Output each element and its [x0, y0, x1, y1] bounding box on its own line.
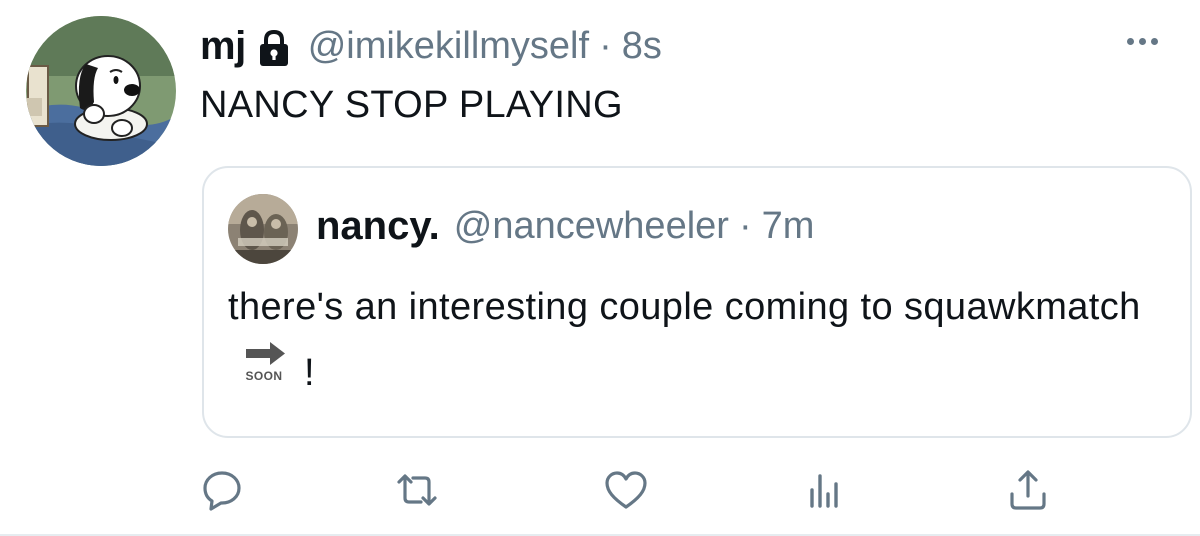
reply-button[interactable] — [192, 462, 252, 518]
retweet-icon — [397, 474, 437, 506]
separator-dot: · — [738, 205, 752, 247]
quoted-author-handle[interactable]: @nancewheeler — [454, 205, 729, 248]
analytics-icon — [810, 474, 838, 508]
soon-arrow-emoji-icon: SOON — [240, 338, 290, 404]
quoted-tweet-header: nancy. @nancewheeler · 7m — [316, 204, 814, 249]
retweet-button[interactable] — [387, 462, 447, 518]
tweet-header: mj @imikekillmyself · 8s — [200, 24, 662, 69]
soon-label: SOON — [246, 369, 283, 383]
tweet-text: NANCY STOP PLAYING — [200, 84, 623, 126]
author-avatar[interactable] — [26, 16, 176, 166]
author-handle[interactable]: @imikekillmyself — [308, 25, 589, 68]
author-name[interactable]: mj — [200, 24, 246, 69]
more-dot — [1127, 38, 1134, 45]
quoted-tweet-card[interactable]: nancy. @nancewheeler · 7m there's an int… — [202, 166, 1192, 438]
cartoon-dog-avatar-icon — [26, 16, 176, 166]
quoted-text-body: there's an interesting couple coming to … — [228, 286, 1141, 328]
quoted-text-exclamation: ! — [304, 352, 315, 394]
like-button[interactable] — [596, 462, 656, 518]
tweet-action-bar — [190, 462, 1070, 518]
share-icon — [1010, 470, 1046, 510]
more-dot — [1151, 38, 1158, 45]
share-button[interactable] — [998, 462, 1058, 518]
lock-icon — [254, 28, 294, 68]
quoted-tweet-text: there's an interesting couple coming to … — [228, 274, 1178, 408]
quoted-tweet-timestamp[interactable]: 7m — [762, 205, 815, 248]
more-dot — [1139, 38, 1146, 45]
heart-icon — [605, 471, 647, 509]
analytics-button[interactable] — [794, 462, 854, 518]
quoted-author-name[interactable]: nancy. — [316, 204, 440, 249]
reply-icon — [203, 471, 241, 511]
more-horizontal-icon[interactable] — [1127, 38, 1158, 45]
quoted-avatar-image-icon — [228, 194, 298, 264]
tweet-timestamp[interactable]: 8s — [622, 25, 662, 68]
separator-dot: · — [599, 25, 612, 67]
quoted-author-avatar[interactable] — [228, 194, 298, 264]
